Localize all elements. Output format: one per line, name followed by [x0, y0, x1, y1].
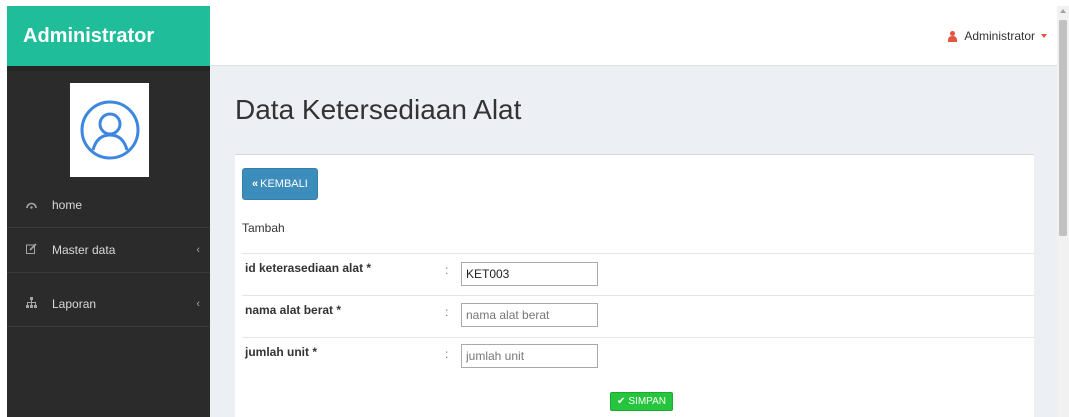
- field-label-id: id keterasediaan alat *: [245, 261, 372, 275]
- id-keterasediaan-input[interactable]: [461, 262, 598, 286]
- field-label-jumlah: jumlah unit *: [245, 345, 317, 359]
- field-colon: :: [445, 263, 449, 277]
- user-menu[interactable]: Administrator: [947, 6, 1047, 66]
- sidebar-item-label: home: [52, 198, 83, 212]
- avatar: [70, 83, 149, 177]
- check-icon: ✔: [617, 396, 626, 407]
- scrollbar-thumb[interactable]: [1059, 20, 1067, 236]
- caret-down-icon: [1041, 34, 1047, 38]
- sidebar-item-label: Master data: [52, 243, 116, 257]
- divider: [242, 253, 1034, 254]
- sidebar-item-label: Laporan: [52, 297, 97, 311]
- double-chevron-left-icon: «: [252, 178, 259, 190]
- user-avatar-icon: [80, 100, 139, 160]
- edit-icon: [26, 229, 40, 273]
- user-icon: [947, 30, 958, 42]
- sidebar-header-strip: [7, 66, 210, 71]
- brand-logo[interactable]: Administrator: [7, 6, 210, 66]
- divider: [242, 295, 1034, 296]
- app-window: Administrator Administrator home Master …: [7, 6, 1069, 417]
- dashboard-icon: [26, 184, 40, 228]
- chevron-left-icon: ‹: [196, 244, 200, 256]
- back-button-label: KEMBALI: [260, 178, 308, 190]
- jumlah-unit-input[interactable]: [461, 344, 598, 368]
- sidebar-item-master-data[interactable]: Master data ‹: [7, 228, 210, 272]
- user-menu-label: Administrator: [964, 29, 1035, 43]
- nama-alat-berat-input[interactable]: [461, 303, 598, 327]
- sitemap-icon: [26, 283, 40, 327]
- divider: [7, 326, 210, 327]
- field-colon: :: [445, 347, 449, 361]
- back-button[interactable]: « KEMBALI: [242, 168, 318, 200]
- field-label-nama: nama alat berat *: [245, 303, 342, 317]
- sidebar-item-laporan[interactable]: Laporan ‹: [7, 282, 210, 326]
- field-colon: :: [445, 305, 449, 319]
- save-button-label: SIMPAN: [628, 396, 666, 407]
- divider: [242, 337, 1034, 338]
- page-title: Data Ketersediaan Alat: [235, 94, 522, 125]
- sidebar: home Master data ‹ Laporan ‹: [7, 66, 210, 417]
- chevron-left-icon: ‹: [196, 298, 200, 310]
- top-navbar: Administrator Administrator: [7, 6, 1057, 66]
- form-box: « KEMBALI Tambah id keterasediaan alat *…: [235, 154, 1034, 417]
- save-button[interactable]: ✔ SIMPAN: [610, 392, 673, 411]
- divider: [7, 272, 210, 273]
- vertical-scrollbar[interactable]: [1057, 6, 1069, 417]
- form-subtitle: Tambah: [242, 221, 285, 235]
- sidebar-item-home[interactable]: home: [7, 183, 210, 227]
- scroll-up-arrow-icon[interactable]: [1060, 9, 1066, 13]
